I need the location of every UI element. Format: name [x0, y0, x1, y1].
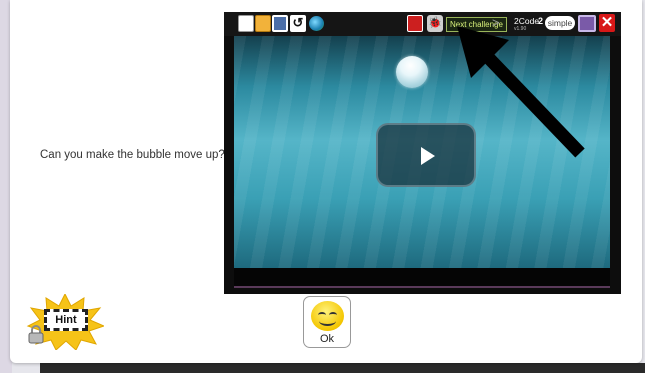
bottom-bar	[40, 363, 645, 373]
hint-button[interactable]: Hint	[26, 294, 104, 350]
play-icon	[421, 147, 435, 165]
ok-label: Ok	[319, 333, 335, 345]
save-icon[interactable]	[272, 15, 288, 32]
bubble-sprite	[396, 56, 428, 88]
new-file-icon[interactable]	[238, 15, 254, 32]
stage-frame-line	[234, 286, 610, 288]
hint-label: Hint	[44, 309, 88, 331]
arrow-shaft	[478, 47, 585, 158]
stop-icon[interactable]	[407, 15, 423, 32]
ok-button[interactable]: Ok	[303, 296, 351, 348]
globe-icon[interactable]	[309, 16, 324, 31]
question-text: Can you make the bubble move up?	[40, 149, 225, 161]
padlock-icon	[28, 325, 44, 344]
open-folder-icon[interactable]	[255, 15, 271, 32]
reset-icon[interactable]: ↺	[290, 15, 306, 32]
smiley-mouth	[319, 316, 336, 326]
debug-bug-icon[interactable]: 🐞	[427, 15, 443, 32]
pointer-arrow	[457, 26, 585, 158]
app-name-label: 2Code	[514, 16, 540, 26]
close-icon[interactable]: ✕	[599, 14, 615, 32]
level-number: 2	[538, 16, 544, 26]
smiley-icon	[311, 301, 344, 331]
stage-bottom-panel	[234, 268, 610, 288]
